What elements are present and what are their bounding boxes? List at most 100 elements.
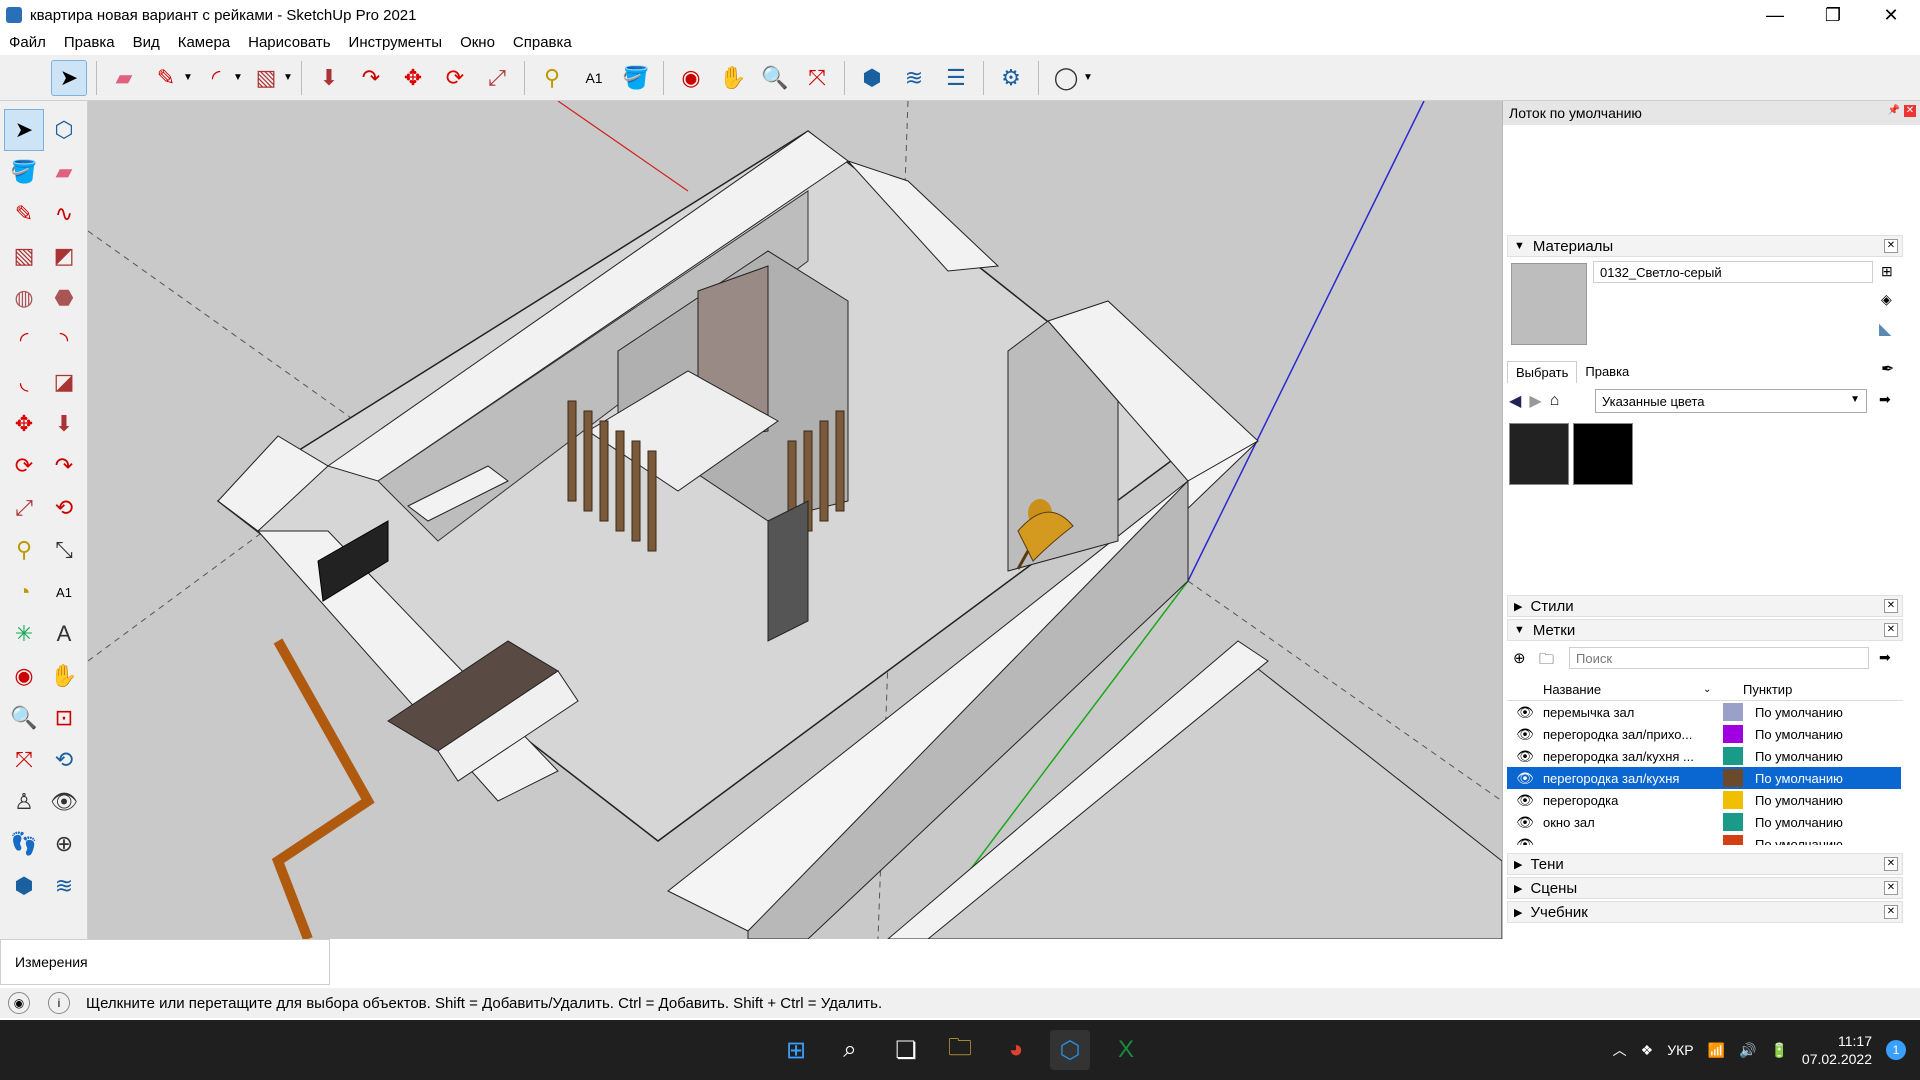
previous-view-icon[interactable]: ⟲ [44, 739, 84, 781]
material-name-field[interactable]: 0132_Светло-серый [1593, 261, 1873, 283]
move-tool-icon[interactable]: ✥ [4, 403, 44, 445]
file-explorer-icon[interactable]: 🗀 [940, 1030, 980, 1070]
offset-tool-icon[interactable]: ⟲ [44, 487, 84, 529]
tag-color-swatch[interactable] [1723, 791, 1743, 809]
rectangle-icon[interactable]: ▧ [248, 60, 284, 96]
close-button[interactable]: ✕ [1862, 0, 1920, 30]
tab-edit[interactable]: Правка [1577, 361, 1637, 383]
section-plane-icon[interactable]: ⊕ [44, 823, 84, 865]
scale-tool-icon[interactable]: ⤢ [4, 487, 44, 529]
zoom-icon[interactable]: 🔍 [757, 60, 793, 96]
start-icon[interactable]: ⊞ [776, 1030, 816, 1070]
chevron-up-icon[interactable]: ︿ [1613, 1040, 1627, 1060]
menu-camera[interactable]: Камера [169, 34, 239, 51]
material-swatch-0[interactable] [1509, 423, 1569, 485]
follow-me-icon[interactable]: ↷ [353, 60, 389, 96]
menu-draw[interactable]: Нарисовать [239, 34, 339, 51]
chevron-down-icon[interactable]: ▼ [183, 72, 195, 83]
extension-warehouse-icon[interactable]: ≋ [896, 60, 932, 96]
extension-manager-icon[interactable]: ⚙ [993, 60, 1029, 96]
zoom-extents-tool-icon[interactable]: ⤧ [4, 739, 44, 781]
rectangle-tool-icon[interactable]: ▧ [4, 235, 44, 277]
column-dash[interactable]: Пунктир [1743, 682, 1792, 697]
pin-icon[interactable]: 📌 [1888, 105, 1900, 116]
eyedropper-icon[interactable]: ✒ [1881, 359, 1894, 379]
visibility-eye-icon[interactable]: 👁 [1507, 704, 1543, 721]
dimension-tool-icon[interactable]: ⤡ [44, 529, 84, 571]
tag-row[interactable]: 👁 По умолчанию [1507, 833, 1901, 845]
materials-panel-header[interactable]: ▼ Материалы ✕ [1507, 235, 1903, 257]
clock[interactable]: 11:17 07.02.2022 [1802, 1032, 1872, 1068]
visibility-eye-icon[interactable]: 👁 [1507, 748, 1543, 765]
tag-color-swatch[interactable] [1723, 747, 1743, 765]
close-panel-icon[interactable]: ✕ [1884, 905, 1898, 919]
menu-edit[interactable]: Правка [55, 34, 124, 51]
tag-row[interactable]: 👁 перегородка зал/прихо... По умолчанию [1507, 723, 1901, 745]
arc-icon[interactable]: ◜ [198, 60, 234, 96]
menu-file[interactable]: Файл [0, 34, 55, 51]
tag-color-swatch[interactable] [1723, 835, 1743, 845]
tags-panel-header[interactable]: ▼ Метки ✕ [1507, 619, 1903, 641]
tag-row-selected[interactable]: 👁 перегородка зал/кухня По умолчанию [1507, 767, 1901, 789]
pencil-icon[interactable]: ✎ [148, 60, 184, 96]
tag-color-swatch[interactable] [1723, 769, 1743, 787]
visibility-eye-icon[interactable]: 👁 [1507, 814, 1543, 831]
language-indicator[interactable]: УКР [1667, 1042, 1693, 1058]
tag-color-swatch[interactable] [1723, 813, 1743, 831]
minimize-button[interactable]: — [1746, 0, 1804, 30]
current-material-swatch[interactable] [1511, 263, 1587, 345]
add-tag-folder-icon[interactable]: 🗀 [1539, 649, 1554, 674]
tag-row[interactable]: 👁 перемычка зал По умолчанию [1507, 701, 1901, 723]
home-icon[interactable]: ⌂ [1550, 392, 1560, 410]
search-icon[interactable]: ⌕ [830, 1030, 870, 1070]
task-view-icon[interactable]: ❏ [886, 1030, 926, 1070]
push-pull-icon[interactable]: ⬇ [311, 60, 347, 96]
tray-close-button[interactable]: ✕ [1904, 105, 1916, 117]
orbit-tool-icon[interactable]: ◉ [4, 655, 44, 697]
extension-warehouse-tool-icon[interactable]: ≋ [44, 865, 84, 907]
rotated-rectangle-tool-icon[interactable]: ◩ [44, 235, 84, 277]
tape-measure-tool-icon[interactable]: ⚲ [4, 529, 44, 571]
rotate-icon[interactable]: ⟳ [437, 60, 473, 96]
model-viewport[interactable] [88, 101, 1502, 939]
zoom-window-tool-icon[interactable]: ⊡ [44, 697, 84, 739]
tutorial-panel-header[interactable]: ▶ Учебник ✕ [1507, 901, 1903, 923]
select-tool-icon[interactable]: ➤ [4, 109, 44, 151]
move-icon[interactable]: ✥ [395, 60, 431, 96]
chevron-down-icon[interactable]: ▼ [283, 72, 295, 83]
shadows-panel-header[interactable]: ▶ Тени ✕ [1507, 853, 1903, 875]
warehouse-tool-icon[interactable]: ⬢ [4, 865, 44, 907]
polygon-tool-icon[interactable]: ⬣ [44, 277, 84, 319]
visibility-eye-icon[interactable]: 👁 [1507, 836, 1543, 846]
paint-bucket-icon[interactable]: 🪣 [618, 60, 654, 96]
forward-arrow-icon[interactable]: ▶ [1529, 391, 1541, 411]
column-name[interactable]: Название [1543, 682, 1703, 697]
close-panel-icon[interactable]: ✕ [1884, 623, 1898, 637]
sample-paint-icon[interactable]: ◣ [1879, 319, 1891, 339]
freehand-tool-icon[interactable]: ∿ [44, 193, 84, 235]
rotate-tool-icon[interactable]: ⟳ [4, 445, 44, 487]
scenes-panel-header[interactable]: ▶ Сцены ✕ [1507, 877, 1903, 899]
look-around-icon[interactable]: 👁 [44, 781, 84, 823]
wifi-icon[interactable]: 📶 [1708, 1042, 1725, 1059]
close-panel-icon[interactable]: ✕ [1884, 881, 1898, 895]
close-panel-icon[interactable]: ✕ [1884, 239, 1898, 253]
visibility-eye-icon[interactable]: 👁 [1507, 792, 1543, 809]
measurements-box[interactable]: Измерения [0, 939, 330, 985]
pan-icon[interactable]: ✋ [715, 60, 751, 96]
tape-measure-icon[interactable]: ⚲ [534, 60, 570, 96]
two-point-arc-tool-icon[interactable]: ◝ [44, 319, 84, 361]
push-pull-tool-icon[interactable]: ⬇ [44, 403, 84, 445]
material-swatch-1[interactable] [1573, 423, 1633, 485]
chevron-down-icon[interactable]: ▼ [1083, 72, 1095, 83]
paint-bucket-tool-icon[interactable]: 🪣 [4, 151, 44, 193]
scale-icon[interactable]: ⤢ [479, 60, 515, 96]
line-tool-icon[interactable]: ✎ [4, 193, 44, 235]
create-material-icon[interactable]: ⊞ [1881, 263, 1893, 280]
tags-search-input[interactable]: Поиск [1569, 647, 1869, 669]
restore-button[interactable]: ❐ [1804, 0, 1862, 30]
pie-tool-icon[interactable]: ◪ [44, 361, 84, 403]
walk-tool-icon[interactable]: 👣 [4, 823, 44, 865]
back-arrow-icon[interactable]: ◀ [1509, 391, 1521, 411]
volume-icon[interactable]: 🔊 [1739, 1042, 1756, 1059]
